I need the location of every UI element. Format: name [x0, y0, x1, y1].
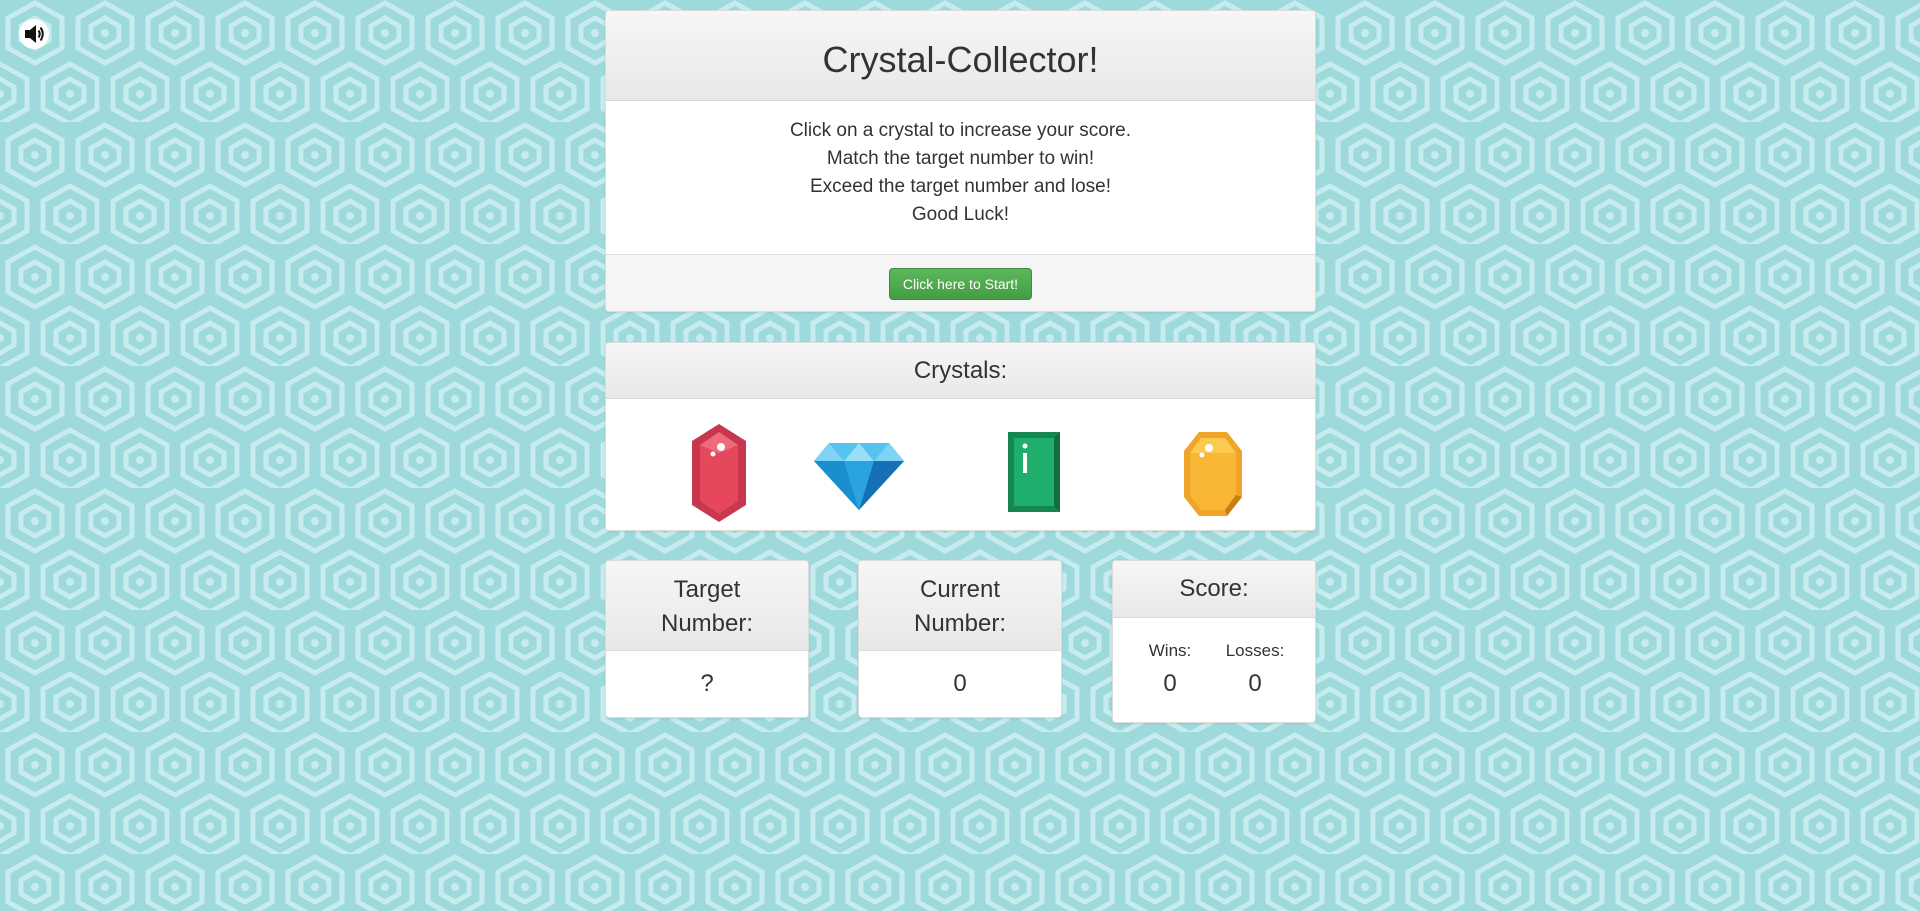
- start-button[interactable]: Click here to Start!: [889, 268, 1032, 300]
- target-number-heading: Target Number:: [606, 561, 808, 651]
- losses-column: Losses: 0: [1215, 640, 1295, 700]
- score-panel: Score: Wins: 0 Losses: 0: [1112, 560, 1316, 723]
- yellow-gem-button[interactable]: [1183, 431, 1243, 517]
- blue-diamond-icon: [814, 443, 904, 510]
- speaker-icon: [19, 19, 49, 49]
- red-crystal-icon: [692, 424, 746, 522]
- current-number-panel: Current Number: 0: [858, 560, 1062, 718]
- target-heading-line: Number:: [660, 610, 754, 637]
- page-title: Crystal-Collector!: [606, 11, 1315, 101]
- yellow-gem-icon: [1184, 432, 1242, 516]
- losses-value: 0: [1248, 670, 1262, 697]
- red-crystal-button[interactable]: [691, 423, 747, 523]
- instruction-line: Click on a crystal to increase your scor…: [789, 120, 1132, 141]
- score-heading: Score:: [1113, 561, 1315, 618]
- target-number-panel: Target Number: ?: [605, 560, 809, 718]
- current-heading-line: Current: [919, 576, 1001, 603]
- green-emerald-icon: [1008, 432, 1060, 512]
- losses-label: Losses:: [1225, 641, 1285, 660]
- wins-value: 0: [1163, 670, 1177, 697]
- current-number-heading: Current Number:: [859, 561, 1061, 651]
- target-number-value: ?: [700, 670, 714, 697]
- intro-panel: Crystal-Collector! Click on a crystal to…: [605, 10, 1316, 312]
- start-footer: Click here to Start!: [606, 254, 1315, 311]
- blue-diamond-button[interactable]: [813, 441, 905, 511]
- current-heading-line: Number:: [913, 610, 1007, 637]
- instructions: Click on a crystal to increase your scor…: [606, 101, 1315, 254]
- score-body: Wins: 0 Losses: 0: [1113, 618, 1315, 722]
- instruction-line: Exceed the target number and lose!: [809, 176, 1112, 197]
- current-number-value: 0: [953, 670, 967, 697]
- crystals-heading: Crystals:: [606, 343, 1315, 399]
- wins-label: Wins:: [1148, 641, 1192, 660]
- instruction-line: Good Luck!: [911, 204, 1010, 225]
- crystals-panel: Crystals:: [605, 342, 1316, 531]
- wins-column: Wins: 0: [1130, 640, 1210, 700]
- green-emerald-button[interactable]: [1007, 431, 1061, 513]
- target-heading-line: Target: [673, 576, 741, 603]
- sound-toggle-button[interactable]: [18, 18, 50, 50]
- instruction-line: Match the target number to win!: [826, 148, 1095, 169]
